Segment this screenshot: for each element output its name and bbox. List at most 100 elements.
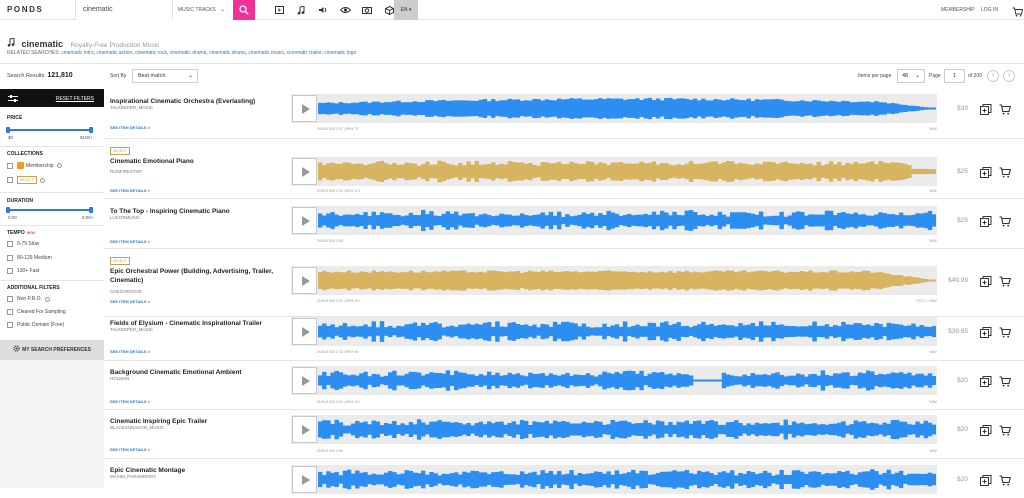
waveform[interactable] (318, 157, 936, 186)
see-item-details-link[interactable]: SEE ITEM DETAILS > (110, 239, 150, 244)
related-link[interactable]: cinematic rock (135, 50, 167, 56)
items-per-page-select[interactable]: 48 ⌄ (897, 69, 925, 83)
membership-checkbox[interactable] (7, 162, 13, 169)
logo[interactable]: PONDS (7, 5, 43, 14)
waveform-container[interactable] (291, 157, 937, 186)
play-button[interactable] (292, 367, 317, 394)
play-button[interactable] (292, 95, 317, 122)
search-preferences-button[interactable]: MY SEARCH PREFERENCES (0, 340, 104, 360)
waveform[interactable] (318, 317, 936, 346)
track-title[interactable]: Epic Orchestral Power (Building, Adverti… (110, 267, 290, 285)
play-button[interactable] (292, 466, 317, 493)
track-artist[interactable]: TALKEEPER_MUSIC (110, 105, 153, 110)
play-button[interactable] (292, 416, 317, 443)
track-artist[interactable]: TALKEEPER_MUSIC (110, 327, 153, 332)
add-to-cart-icon[interactable] (999, 423, 1012, 441)
waveform-container[interactable] (291, 465, 937, 494)
add-to-collection-icon[interactable] (980, 325, 992, 343)
add-to-collection-icon[interactable] (980, 274, 992, 292)
waveform-container[interactable] (291, 415, 937, 444)
reset-filters-link[interactable]: RESET FILTERS (56, 96, 94, 102)
track-artist[interactable]: HOLMAN (110, 376, 129, 381)
waveform[interactable] (318, 366, 936, 395)
waveform[interactable] (318, 266, 936, 295)
add-to-cart-icon[interactable] (999, 325, 1012, 343)
music-icon[interactable] (290, 0, 312, 20)
waveform-container[interactable] (291, 266, 937, 295)
related-link[interactable]: cinematic action (96, 50, 132, 56)
play-button[interactable] (292, 318, 317, 345)
add-to-collection-icon[interactable] (980, 423, 992, 441)
search-button[interactable] (233, 0, 255, 20)
tempo-option[interactable]: 80-129 Medium (7, 255, 52, 261)
tempo-option[interactable]: 130+ Fast (7, 268, 39, 274)
duration-slider-min-handle[interactable] (6, 207, 10, 213)
add-to-collection-icon[interactable] (980, 102, 992, 120)
track-artist[interactable]: LUCORMUSIC (110, 215, 140, 220)
see-item-details-link[interactable]: SEE ITEM DETAILS > (110, 188, 150, 193)
additional-option[interactable]: Non P.R.O. (7, 296, 50, 302)
waveform[interactable] (318, 465, 936, 494)
see-item-details-link[interactable]: SEE ITEM DETAILS > (110, 447, 150, 452)
prev-page-button[interactable]: ‹ (987, 70, 999, 82)
language-select[interactable]: EN ▾ (394, 0, 418, 20)
video-icon[interactable] (268, 0, 290, 20)
price-slider-min-handle[interactable] (6, 127, 10, 133)
price-slider-max-handle[interactable] (89, 127, 93, 133)
see-item-details-link[interactable]: SEE ITEM DETAILS > (110, 349, 150, 354)
add-to-cart-icon[interactable] (999, 214, 1012, 232)
duration-slider-max-handle[interactable] (89, 207, 93, 213)
waveform[interactable] (318, 415, 936, 444)
membership-link[interactable]: MEMBERSHIP (941, 7, 975, 13)
select-checkbox[interactable] (7, 177, 13, 183)
waveform[interactable] (318, 94, 936, 123)
membership-filter[interactable]: Membership (7, 162, 62, 169)
price-slider[interactable] (8, 129, 92, 131)
waveform-container[interactable] (291, 206, 937, 235)
waveform[interactable] (318, 206, 936, 235)
info-icon[interactable] (56, 163, 62, 168)
info-icon[interactable] (44, 296, 50, 302)
see-item-details-link[interactable]: SEE ITEM DETAILS > (110, 125, 150, 130)
add-to-collection-icon[interactable] (980, 374, 992, 392)
select-filter[interactable]: SELECT (7, 176, 45, 184)
waveform-container[interactable] (291, 366, 937, 395)
related-link[interactable]: cinematic drama (170, 50, 207, 56)
play-button[interactable] (292, 267, 317, 294)
search-input[interactable]: cinematic (75, 0, 172, 20)
add-to-cart-icon[interactable] (999, 374, 1012, 392)
add-to-collection-icon[interactable] (980, 473, 992, 491)
track-artist[interactable]: RUNFIRESTOP (110, 169, 142, 174)
related-link[interactable]: cinematic drums (209, 50, 245, 56)
sort-select[interactable]: Best match ⌄ (132, 69, 198, 83)
waveform-container[interactable] (291, 94, 937, 123)
related-link[interactable]: cinematic intro (61, 50, 93, 56)
camera-icon[interactable] (356, 0, 378, 20)
add-to-cart-icon[interactable] (999, 165, 1012, 183)
sound-effects-icon[interactable] (312, 0, 334, 20)
add-to-collection-icon[interactable] (980, 214, 992, 232)
track-artist[interactable]: CHEZGROOVE (110, 289, 142, 294)
additional-option[interactable]: Public Domain (Free) (7, 322, 64, 328)
see-item-details-link[interactable]: SEE ITEM DETAILS > (110, 299, 150, 304)
tempo-checkbox[interactable] (7, 268, 13, 274)
additional-checkbox[interactable] (7, 309, 13, 315)
duration-slider[interactable] (8, 209, 92, 211)
additional-checkbox[interactable] (7, 322, 13, 328)
related-link[interactable]: cinematic logo (324, 50, 356, 56)
track-title[interactable]: Cinematic Emotional Piano (110, 157, 290, 166)
additional-option[interactable]: Cleared For Sampling (7, 309, 66, 315)
motion-graphics-icon[interactable] (334, 0, 356, 20)
scrollbar[interactable] (1016, 20, 1024, 488)
related-link[interactable]: cinematic music (248, 50, 284, 56)
add-to-cart-icon[interactable] (999, 274, 1012, 292)
search-type-select[interactable]: MUSIC TRACKS ⌄ (172, 0, 233, 20)
track-title[interactable]: Background Cinematic Emotional Ambient (110, 368, 290, 377)
see-item-details-link[interactable]: SEE ITEM DETAILS > (110, 399, 150, 404)
additional-checkbox[interactable] (7, 296, 13, 302)
related-link[interactable]: cinematic trailer (287, 50, 322, 56)
next-page-button[interactable]: › (1003, 70, 1015, 82)
tempo-checkbox[interactable] (7, 241, 13, 247)
play-button[interactable] (292, 158, 317, 185)
play-button[interactable] (292, 207, 317, 234)
